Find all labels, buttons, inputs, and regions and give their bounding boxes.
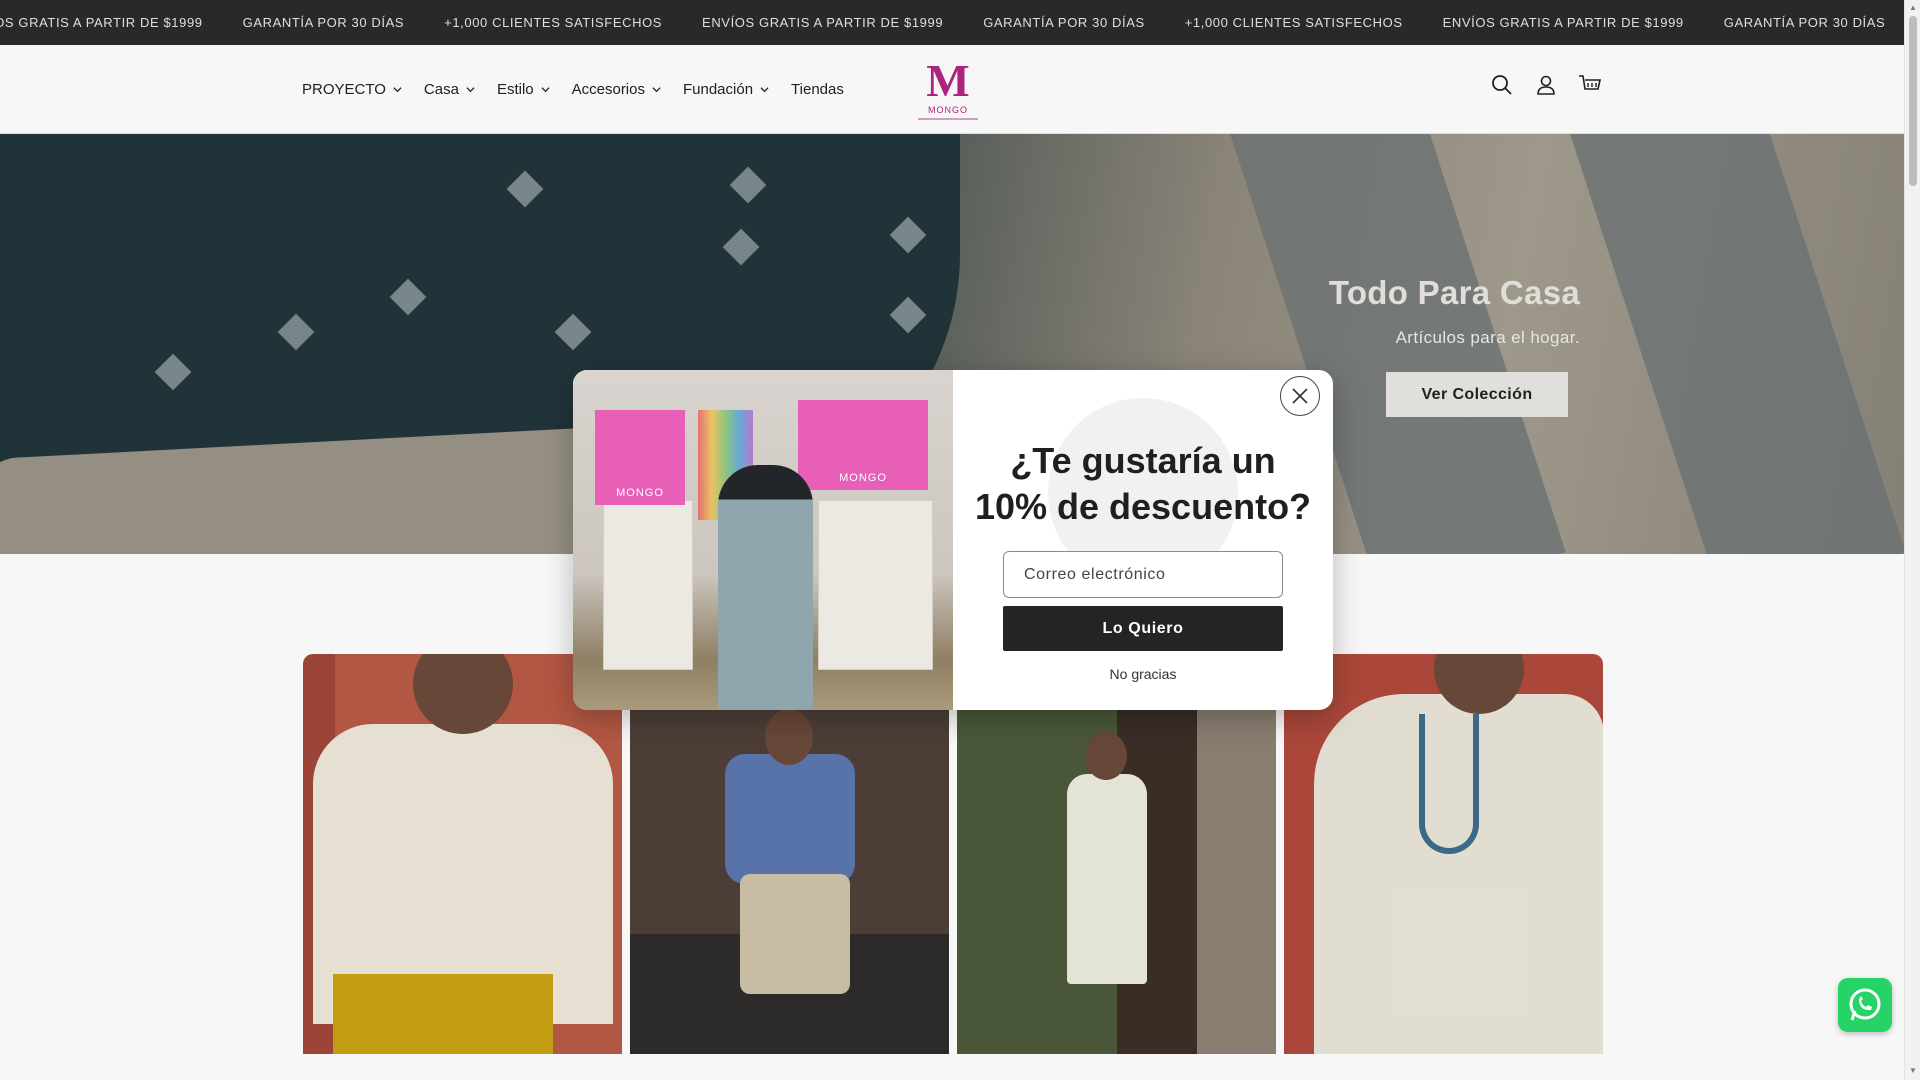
popup-content: ¿Te gustaría un 10% de descuento? Lo Qui… (953, 370, 1333, 710)
store-sign: MONGO (595, 410, 685, 505)
page: ÍOS GRATIS A PARTIR DE $1999 GARANTÍA POR… (0, 0, 1920, 1080)
whatsapp-button[interactable] (1838, 978, 1892, 1032)
scroll-down-icon[interactable]: ▼ (1908, 1066, 1918, 1076)
discount-popup: MONGO MONGO ¿Te gustaría un 10% de descu… (573, 370, 1333, 710)
submit-discount-button[interactable]: Lo Quiero (1003, 606, 1283, 651)
decline-link[interactable]: No gracias (1003, 666, 1283, 682)
whatsapp-icon (1849, 988, 1881, 1021)
close-icon (1292, 388, 1308, 404)
email-field[interactable] (1003, 551, 1283, 598)
page-scrollbar[interactable]: ▲ ▼ (1904, 0, 1920, 1080)
scroll-up-icon[interactable]: ▲ (1908, 3, 1918, 13)
close-popup-button[interactable] (1280, 376, 1320, 416)
popup-title: ¿Te gustaría un 10% de descuento? (974, 440, 1312, 527)
store-shelf (603, 500, 693, 670)
store-mannequin (718, 465, 813, 710)
popup-image: MONGO MONGO (573, 370, 953, 710)
scroll-thumb[interactable] (1909, 16, 1917, 186)
store-shelf (818, 500, 933, 670)
store-sign: MONGO (798, 400, 928, 490)
